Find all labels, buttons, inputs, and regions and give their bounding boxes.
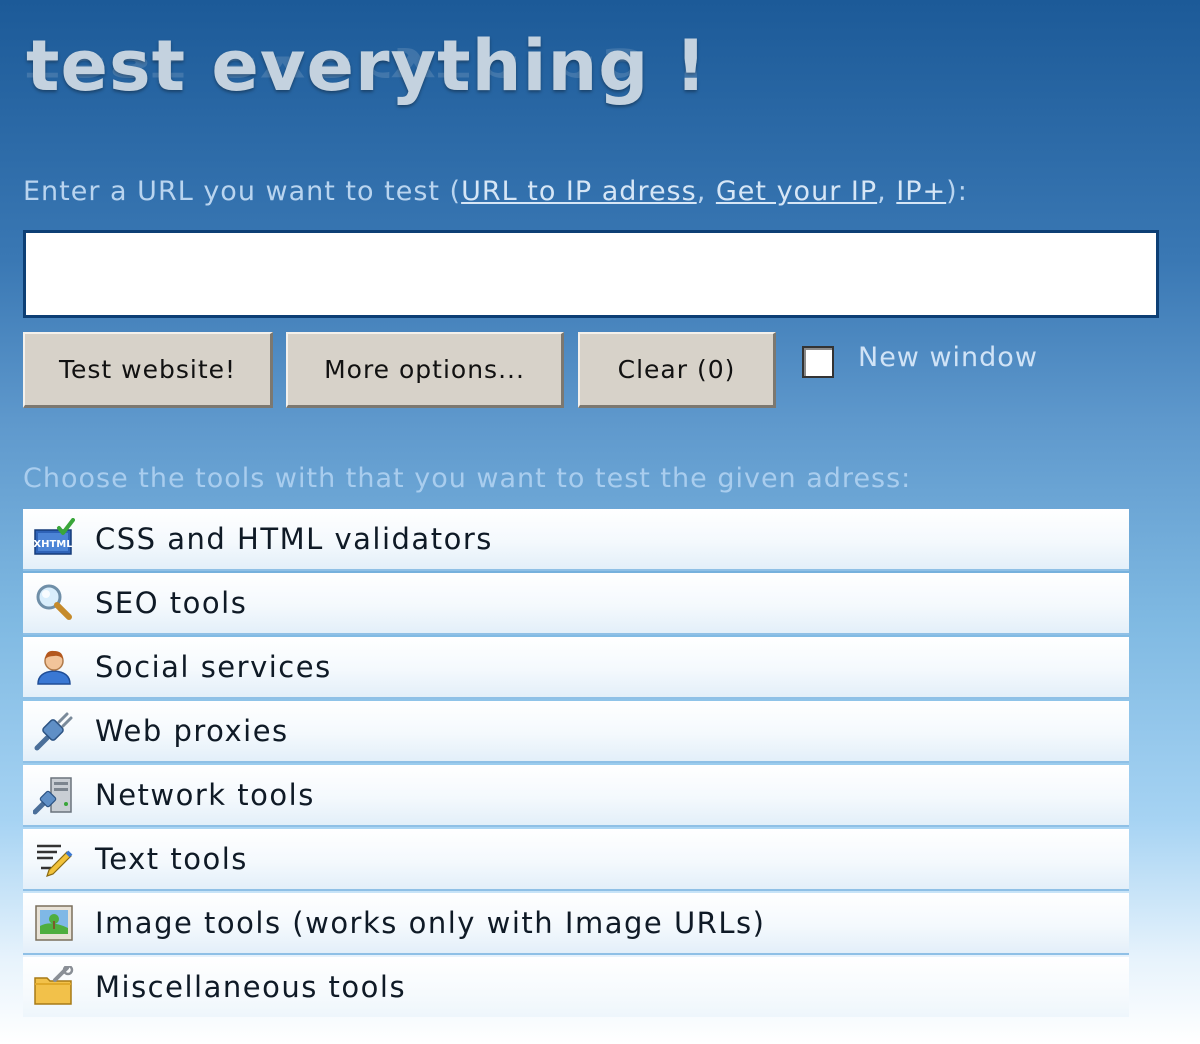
- tool-row-seo-tools[interactable]: SEO tools: [23, 573, 1129, 635]
- text-pencil-icon: [33, 838, 75, 880]
- url-prompt-text-end: ):: [946, 176, 968, 207]
- tool-label: Network tools: [95, 778, 315, 812]
- get-your-ip-link[interactable]: Get your IP: [716, 176, 877, 207]
- magnifier-icon: [33, 582, 75, 624]
- tool-label: CSS and HTML validators: [95, 522, 493, 556]
- url-prompt-separator: ,: [696, 176, 716, 207]
- new-window-checkbox[interactable]: [802, 346, 834, 378]
- user-icon: [33, 646, 75, 688]
- tool-label: Text tools: [95, 842, 248, 876]
- site-logo-title: test everything ! test everything !: [26, 22, 708, 110]
- url-prompt-separator: ,: [877, 176, 897, 207]
- tool-row-social-services[interactable]: Social services: [23, 637, 1129, 699]
- url-prompt: Enter a URL you want to test (URL to IP …: [23, 176, 968, 207]
- page-title-reflection: test everything !: [26, 47, 708, 93]
- svg-text:XHTML: XHTML: [33, 539, 73, 550]
- tool-label: Social services: [95, 650, 332, 684]
- tool-label: Image tools (works only with Image URLs): [95, 906, 766, 940]
- tool-row-web-proxies[interactable]: Web proxies: [23, 701, 1129, 763]
- tool-row-image-tools[interactable]: Image tools (works only with Image URLs): [23, 893, 1129, 955]
- tool-label: Web proxies: [95, 714, 289, 748]
- tool-row-network-tools[interactable]: Network tools: [23, 765, 1129, 827]
- new-window-option[interactable]: New window: [802, 342, 1038, 378]
- tool-label: Miscellaneous tools: [95, 970, 407, 1004]
- url-to-ip-link[interactable]: URL to IP adress: [461, 176, 697, 207]
- xhtml-validator-icon: XHTML: [33, 518, 75, 560]
- tool-label: SEO tools: [95, 586, 248, 620]
- choose-tools-label: Choose the tools with that you want to t…: [23, 463, 912, 494]
- plug-icon: [33, 710, 75, 752]
- tool-list: XHTML CSS and HTML validators SEO tools …: [23, 509, 1129, 1019]
- url-prompt-text: Enter a URL you want to test (: [23, 176, 462, 207]
- test-website-button[interactable]: Test website!: [23, 332, 273, 408]
- ip-plus-link[interactable]: IP+: [896, 176, 946, 207]
- more-options-button[interactable]: More options...: [286, 332, 564, 408]
- clear-button[interactable]: Clear (0): [578, 332, 776, 408]
- picture-icon: [33, 902, 75, 944]
- new-window-label[interactable]: New window: [858, 342, 1038, 373]
- tool-row-css-html-validators[interactable]: XHTML CSS and HTML validators: [23, 509, 1129, 571]
- url-input[interactable]: [23, 230, 1159, 318]
- network-server-icon: [33, 774, 75, 816]
- folder-tools-icon: [33, 966, 75, 1008]
- tool-row-text-tools[interactable]: Text tools: [23, 829, 1129, 891]
- tool-row-miscellaneous-tools[interactable]: Miscellaneous tools: [23, 957, 1129, 1017]
